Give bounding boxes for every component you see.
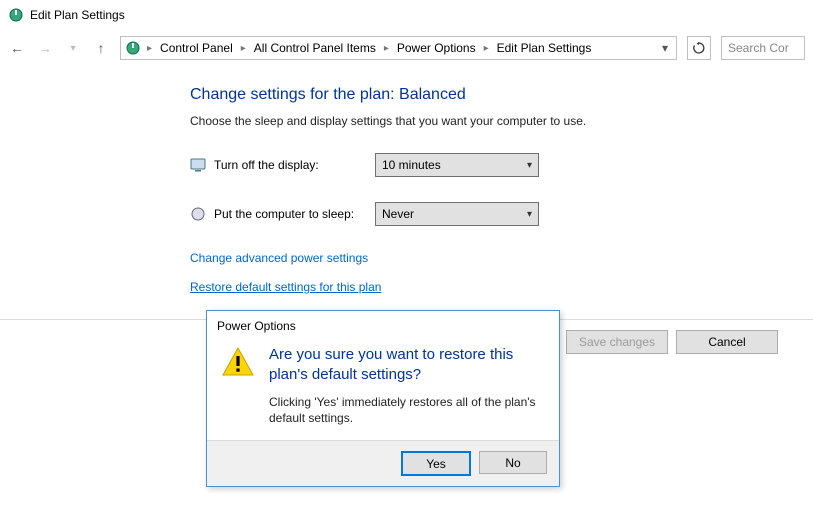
display-icon: [190, 157, 206, 173]
dialog-title: Power Options: [207, 311, 559, 339]
up-button[interactable]: ↑: [92, 40, 110, 56]
chevron-right-icon[interactable]: ▸: [482, 43, 491, 54]
no-button[interactable]: No: [479, 451, 547, 474]
navbar: ← → ▾ ↑ ▸ Control Panel ▸ All Control Pa…: [0, 30, 813, 66]
page-title: Change settings for the plan: Balanced: [190, 86, 813, 104]
chevron-right-icon[interactable]: ▸: [145, 43, 154, 54]
refresh-icon: [693, 42, 705, 54]
main-content: Change settings for the plan: Balanced C…: [0, 66, 813, 309]
sleep-value: Never: [382, 207, 414, 221]
advanced-settings-link[interactable]: Change advanced power settings: [190, 251, 368, 265]
app-icon: [8, 7, 24, 23]
page-subtitle: Choose the sleep and display settings th…: [190, 114, 813, 128]
sleep-setting-row: Put the computer to sleep: Never ▾: [190, 202, 813, 226]
sleep-icon: [190, 206, 206, 222]
breadcrumb-item[interactable]: Edit Plan Settings: [493, 41, 596, 55]
display-dropdown[interactable]: 10 minutes ▾: [375, 153, 539, 177]
dialog-body-text: Clicking 'Yes' immediately restores all …: [269, 394, 545, 426]
display-label: Turn off the display:: [214, 158, 319, 172]
forward-button[interactable]: →: [36, 40, 54, 56]
dialog-heading: Are you sure you want to restore this pl…: [269, 345, 545, 384]
back-button[interactable]: ←: [8, 40, 26, 56]
restore-defaults-link[interactable]: Restore default settings for this plan: [190, 280, 381, 294]
breadcrumb-item[interactable]: Power Options: [393, 41, 480, 55]
nav-arrows: ← → ▾ ↑: [8, 40, 110, 56]
window-title: Edit Plan Settings: [30, 8, 125, 22]
chevron-down-icon: ▾: [527, 209, 532, 220]
breadcrumb[interactable]: ▸ Control Panel ▸ All Control Panel Item…: [120, 36, 677, 60]
confirm-dialog: Power Options Are you sure you want to r…: [206, 310, 560, 487]
warning-icon: [221, 345, 255, 426]
breadcrumb-item[interactable]: Control Panel: [156, 41, 237, 55]
save-button[interactable]: Save changes: [566, 330, 668, 354]
chevron-right-icon[interactable]: ▸: [239, 43, 248, 54]
sleep-dropdown[interactable]: Never ▾: [375, 202, 539, 226]
display-setting-row: Turn off the display: 10 minutes ▾: [190, 153, 813, 177]
cancel-button[interactable]: Cancel: [676, 330, 778, 354]
chevron-right-icon[interactable]: ▸: [382, 43, 391, 54]
search-input[interactable]: Search Cor: [721, 36, 805, 60]
window-titlebar: Edit Plan Settings: [0, 0, 813, 30]
breadcrumb-item[interactable]: All Control Panel Items: [250, 41, 380, 55]
power-icon: [125, 40, 141, 56]
chevron-down-icon: ▾: [527, 160, 532, 171]
refresh-button[interactable]: [687, 36, 711, 60]
yes-button[interactable]: Yes: [401, 451, 471, 476]
search-placeholder: Search Cor: [728, 41, 789, 55]
dialog-actions: Yes No: [207, 440, 559, 486]
chevron-down-icon[interactable]: ▾: [658, 41, 672, 55]
recent-dropdown[interactable]: ▾: [64, 43, 82, 54]
links-block: Change advanced power settings Restore d…: [190, 251, 813, 309]
display-value: 10 minutes: [382, 158, 441, 172]
sleep-label: Put the computer to sleep:: [214, 207, 354, 221]
